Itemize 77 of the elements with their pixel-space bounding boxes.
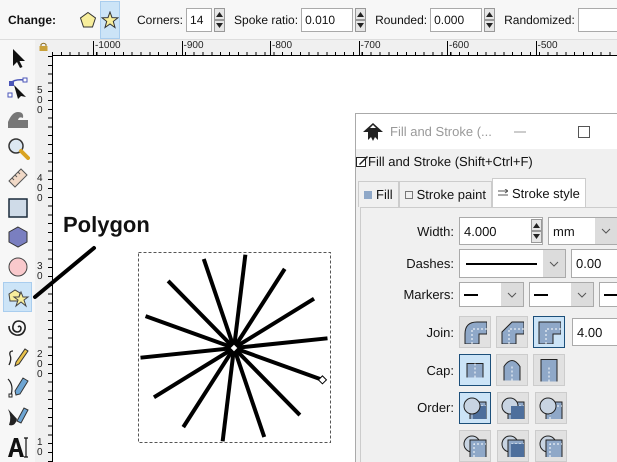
join-label: Join:: [426, 324, 454, 340]
ruler-icon: [6, 166, 30, 190]
change-label: Change:: [8, 12, 56, 26]
tab[interactable]: Stroke style: [492, 178, 586, 207]
paint-order-icon: [538, 395, 564, 421]
magnifier-icon: [6, 136, 30, 160]
chevron-down-icon: [507, 292, 517, 298]
field-label: Corners:: [137, 12, 184, 26]
shape-mode-button[interactable]: [100, 0, 120, 38]
ruler-label: 30: [37, 262, 44, 282]
cap-button[interactable]: [459, 354, 491, 386]
dash-pattern-dropdown[interactable]: [459, 249, 566, 278]
ruler-label: 10: [37, 438, 44, 458]
dialog-header: Fill and Stroke (Shift+Ctrl+F): [368, 154, 533, 168]
pen-nib-icon: [6, 375, 30, 400]
center-handle[interactable]: [229, 343, 239, 353]
ruler-label: 500: [37, 86, 44, 116]
lock-icon[interactable]: [39, 42, 48, 51]
miter-limit-field[interactable]: 4.00: [572, 318, 617, 346]
spin-arrows-icon: [355, 8, 366, 32]
paint-order-icon: [538, 433, 564, 459]
chevron-down-icon: [549, 260, 559, 266]
ruler-label: -1000: [93, 41, 121, 55]
miter-join-icon: [537, 320, 561, 344]
ruler-label: -900: [182, 41, 204, 55]
join-button[interactable]: [533, 316, 565, 348]
text-letter-icon: [6, 434, 30, 459]
width-label: Width:: [416, 224, 454, 238]
maximize-icon[interactable]: [578, 126, 590, 138]
marker-dropdown[interactable]: [459, 282, 524, 307]
node-handle[interactable]: [318, 375, 328, 385]
stroke-swatch-icon: [404, 190, 413, 198]
chevron-down-icon: [577, 292, 587, 298]
dash-offset-field[interactable]: 0.00: [571, 249, 617, 278]
tool-button[interactable]: [3, 282, 32, 312]
pencil-fill-icon: [356, 155, 368, 167]
fill-swatch-icon: [364, 190, 372, 198]
chevron-down-icon: [601, 228, 611, 234]
marker-dropdown[interactable]: [529, 282, 594, 307]
spin-arrows-icon: [531, 219, 542, 243]
square-icon: [6, 196, 30, 220]
width-field[interactable]: 4.000: [459, 217, 543, 245]
spin-arrows-icon: [214, 8, 226, 32]
field-label: Spoke ratio:: [234, 12, 298, 26]
unit-dropdown[interactable]: mm: [548, 217, 617, 245]
ruler-label: 400: [37, 174, 44, 204]
paint-order-icon: [500, 433, 526, 459]
node-path-icon: [6, 76, 30, 100]
field-label: Randomized:: [504, 12, 575, 26]
pentagon-icon: [79, 10, 97, 28]
paint-order-button[interactable]: [459, 392, 491, 424]
dialog-title: Fill and Stroke (...: [390, 124, 492, 139]
ruler-label: 200: [37, 350, 44, 380]
paint-order-icon: [462, 395, 488, 421]
order-label: Order:: [416, 399, 454, 417]
paint-order-icon: [462, 433, 488, 459]
star-icon: [101, 10, 119, 28]
spin-arrows-icon: [484, 8, 496, 32]
markers-label: Markers:: [402, 287, 454, 302]
ruler-label: -700: [358, 41, 381, 55]
tab[interactable]: Fill: [358, 181, 399, 207]
ruler-label: -500: [536, 41, 558, 55]
bevel-join-icon: [500, 320, 524, 344]
stroke-lines-icon: [498, 189, 508, 197]
cap-label: Cap:: [426, 362, 454, 378]
ruler-label: -800: [270, 41, 292, 55]
ruler-label: -600: [447, 41, 470, 55]
app-logo-icon: [362, 122, 384, 142]
paint-order-icon: [500, 395, 526, 421]
dashes-label: Dashes:: [405, 256, 454, 271]
round-join-icon: [463, 320, 487, 344]
tab[interactable]: Stroke paint: [398, 181, 492, 207]
circle-icon: [6, 255, 30, 280]
spin-field[interactable]: [578, 8, 617, 32]
annotation-label: Polygon: [63, 212, 150, 238]
cube-icon: [6, 225, 30, 250]
field-label: Rounded:: [375, 12, 428, 26]
